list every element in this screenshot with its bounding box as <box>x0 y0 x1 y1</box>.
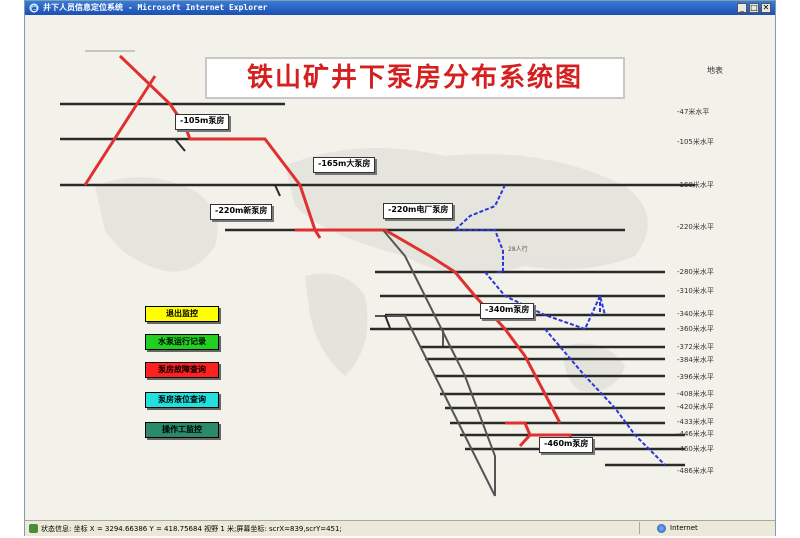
level-query-button[interactable]: 泵房液位查询 <box>145 392 219 408</box>
window-title: 井下人员信息定位系统 - Microsoft Internet Explorer <box>43 3 268 12</box>
level-label: -396米水平 <box>677 373 714 381</box>
divider <box>639 522 640 534</box>
surface-label: 地表 <box>707 66 723 75</box>
mine-map[interactable]: 铁山矿井下泵房分布系统图 地表 -105m泵房 -165m大泵房 -220m新泵… <box>25 16 775 519</box>
svg-text:e: e <box>32 5 36 13</box>
level-label: -360米水平 <box>677 325 714 333</box>
pump-room-105[interactable]: -105m泵房 <box>175 114 230 130</box>
pump-log-button[interactable]: 水泵运行记录 <box>145 334 219 350</box>
close-button[interactable]: ✕ <box>761 3 771 13</box>
browser-window: e 井下人员信息定位系统 - Microsoft Internet Explor… <box>24 0 776 536</box>
level-label: -460米水平 <box>677 445 714 453</box>
level-label: -433米水平 <box>677 418 714 426</box>
zone-label: Internet <box>670 524 698 532</box>
level-label: -384米水平 <box>677 356 714 364</box>
fault-query-button[interactable]: 泵房故障查询 <box>145 362 219 378</box>
level-label: -372米水平 <box>677 343 714 351</box>
maximize-button[interactable]: □ <box>749 3 759 13</box>
pump-room-220-plant[interactable]: -220m电厂泵房 <box>383 203 454 219</box>
level-label: -408米水平 <box>677 390 714 398</box>
level-label: -160米水平 <box>677 181 714 189</box>
level-label: -280米水平 <box>677 268 714 276</box>
level-label: -47米水平 <box>677 108 710 116</box>
level-label: -105米水平 <box>677 138 714 146</box>
pump-room-340[interactable]: -340m泵房 <box>480 303 535 319</box>
level-label: -220米水平 <box>677 223 714 231</box>
level-label: -420米水平 <box>677 403 714 411</box>
level-label: -340米水平 <box>677 310 714 318</box>
level-label: -310米水平 <box>677 287 714 295</box>
page-title: 铁山矿井下泵房分布系统图 <box>205 57 625 99</box>
walkway-annotation: 28人行 <box>508 246 528 253</box>
pump-room-220-new[interactable]: -220m新泵房 <box>210 204 273 220</box>
level-label: -486米水平 <box>677 467 714 475</box>
minimize-button[interactable]: _ <box>737 3 747 13</box>
level-label: -446米水平 <box>677 430 714 438</box>
exit-monitor-button[interactable]: 退出监控 <box>145 306 219 322</box>
ie-icon: e <box>29 3 39 13</box>
status-text: 状态信息: 坐标 X = 3294.66386 Y = 418.75684 视野… <box>41 525 342 533</box>
pump-room-165[interactable]: -165m大泵房 <box>313 157 376 173</box>
globe-icon <box>657 524 666 533</box>
operator-monitor-button[interactable]: 操作工监控 <box>145 422 219 438</box>
pump-room-460[interactable]: -460m泵房 <box>539 437 594 453</box>
status-bar: 状态信息: 坐标 X = 3294.66386 Y = 418.75684 视野… <box>25 520 775 536</box>
page-icon <box>29 524 38 533</box>
title-bar: e 井下人员信息定位系统 - Microsoft Internet Explor… <box>25 1 775 15</box>
